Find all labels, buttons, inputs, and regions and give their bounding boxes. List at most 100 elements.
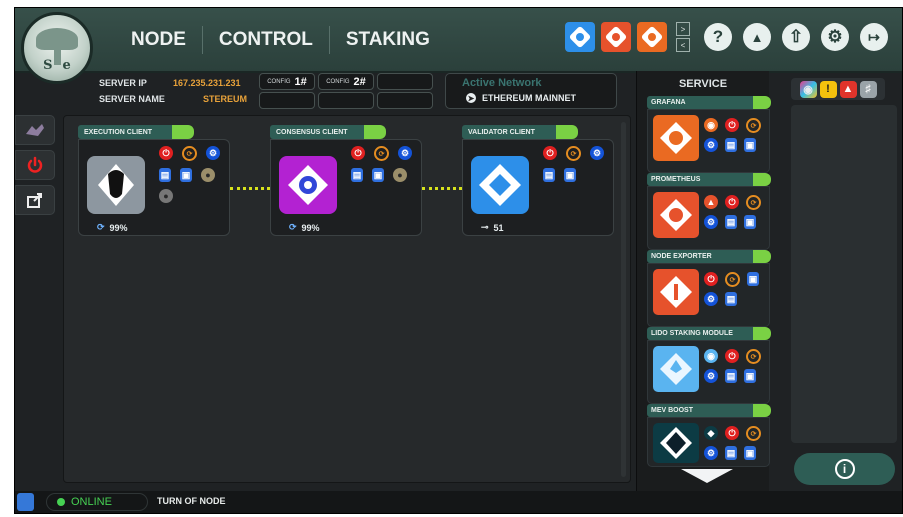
chevron-left-icon[interactable]: <	[676, 38, 690, 52]
restart-icon[interactable]: ⟳	[374, 146, 389, 161]
power-icon[interactable]: ⏻	[725, 118, 739, 132]
service-mev-boost[interactable]: MEV BOOST ◆ ⏻ ⟳ ⚙ ▤ ▣	[647, 404, 771, 471]
active-network-panel[interactable]: Active Network ➤ ETHEREUM MAINNET	[445, 73, 617, 109]
coin-icon[interactable]: ●	[201, 168, 215, 182]
docs-icon[interactable]: ▣	[180, 168, 192, 182]
restart-icon[interactable]: ⟳	[566, 146, 581, 161]
docs-icon[interactable]: ▣	[744, 138, 756, 152]
client-toggle[interactable]	[556, 125, 578, 139]
docs-icon[interactable]: ▣	[744, 446, 756, 460]
power-icon[interactable]: ⏻	[704, 272, 718, 286]
service-toggle[interactable]	[753, 173, 771, 186]
gear-icon[interactable]: ⚙	[206, 146, 220, 160]
config-slot-empty[interactable]	[377, 73, 433, 90]
restart-icon[interactable]: ⟳	[746, 349, 761, 364]
config-slot-empty[interactable]	[377, 92, 433, 109]
power-icon[interactable]: ⏻	[725, 349, 739, 363]
config-1-button[interactable]: CONFIG 1#	[259, 73, 315, 90]
restart-icon[interactable]: ⟳	[746, 195, 761, 210]
upload-icon[interactable]: ⇧	[782, 23, 810, 51]
help-icon[interactable]: ?	[704, 23, 732, 51]
update-icon[interactable]	[601, 22, 631, 52]
service-prometheus[interactable]: PROMETHEUS ▲ ⏻ ⟳ ⚙ ▤ ▣	[647, 173, 771, 250]
canvas-scrollbar[interactable]	[621, 122, 626, 477]
grafana-icon[interactable]	[637, 22, 667, 52]
open-icon[interactable]: ▲	[704, 195, 718, 209]
service-toggle[interactable]	[753, 327, 771, 340]
gear-icon[interactable]: ⚙	[398, 146, 412, 160]
open-icon[interactable]: ◆	[704, 426, 718, 440]
coin-icon[interactable]: ●	[393, 168, 407, 182]
chevron-right-icon[interactable]: >	[676, 22, 690, 36]
logs-icon[interactable]: ▤	[725, 369, 737, 383]
docs-icon[interactable]: ▣	[744, 215, 756, 229]
docs-icon[interactable]: ▣	[372, 168, 384, 182]
docs-icon[interactable]: ▣	[564, 168, 576, 182]
tab-node[interactable]: NODE	[115, 29, 202, 51]
client-toggle[interactable]	[364, 125, 386, 139]
config-slot-empty[interactable]	[259, 92, 315, 109]
service-lido-staking-module[interactable]: LIDO STAKING MODULE ◉ ⏻ ⟳ ⚙ ▤ ▣	[647, 327, 771, 404]
gear-icon[interactable]: ⚙	[704, 446, 718, 460]
docs-icon[interactable]: ▣	[747, 272, 759, 286]
config-2-button[interactable]: CONFIG 2#	[318, 73, 374, 90]
tab-control[interactable]: CONTROL	[203, 29, 329, 51]
grafana-logo	[653, 115, 699, 161]
restart-icon[interactable]: ⟳	[182, 146, 197, 161]
open-icon[interactable]: ◉	[704, 118, 718, 132]
power-icon[interactable]: ⏻	[725, 195, 739, 209]
service-node-exporter[interactable]: NODE EXPORTER ⏻ ⟳ ▣ ⚙ ▤	[647, 250, 771, 327]
export-icon[interactable]	[15, 185, 55, 215]
announce-icon[interactable]: ▲	[743, 23, 771, 51]
validator-client-card[interactable]: VALIDATOR CLIENT ⊸ 51 ⏻ ⟳ ⚙ ▤ ▣	[462, 125, 614, 236]
gear-icon[interactable]: ⚙	[704, 215, 718, 229]
docs-icon[interactable]: ▣	[744, 369, 756, 383]
tab-staking[interactable]: STAKING	[330, 29, 446, 51]
logout-icon[interactable]: ↦	[860, 23, 888, 51]
notification-list[interactable]	[791, 105, 897, 443]
logs-icon[interactable]: ▤	[725, 215, 737, 229]
open-icon[interactable]: ◉	[704, 349, 718, 363]
bell-icon[interactable]: ♯	[859, 80, 877, 98]
plugin-icon[interactable]	[565, 22, 595, 52]
critical-icon[interactable]: ▲	[839, 80, 857, 98]
restart-icon[interactable]: ⟳	[746, 118, 761, 133]
all-alerts-icon[interactable]: ◉	[799, 80, 817, 98]
consensus-client-card[interactable]: CONSENSUS CLIENT ⟳ 99% ⏻ ⟳ ⚙ ▤ ▣ ●	[270, 125, 422, 236]
logs-icon[interactable]: ▤	[543, 168, 555, 182]
node-cloud-icon[interactable]	[15, 115, 55, 145]
service-grafana[interactable]: GRAFANA ◉ ⏻ ⟳ ⚙ ▤ ▣	[647, 96, 771, 173]
prune-icon[interactable]: ●	[159, 189, 173, 203]
execution-client-card[interactable]: EXECUTION CLIENT ⟳ 99% ⏻ ⟳ ⚙ ▤ ▣ ● ●	[78, 125, 230, 236]
power-icon[interactable]: ⏻	[543, 146, 557, 160]
warning-icon[interactable]: !	[819, 80, 837, 98]
terminal-icon[interactable]	[17, 493, 34, 511]
settings-icon[interactable]: ⚙	[821, 23, 849, 51]
logs-icon[interactable]: ▤	[159, 168, 171, 182]
logs-icon[interactable]: ▤	[725, 446, 737, 460]
power-icon[interactable]: ⏻	[159, 146, 173, 160]
turn-off-node-button[interactable]: TURN OF NODE	[157, 496, 226, 506]
logs-icon[interactable]: ▤	[725, 138, 737, 152]
alert-filters: ◉ ! ▲ ♯	[791, 78, 885, 100]
restart-icon[interactable]: ⟳	[725, 272, 740, 287]
config-slot-empty[interactable]	[318, 92, 374, 109]
node-status: ONLINE	[46, 493, 148, 511]
scroll-down-icon[interactable]	[681, 469, 733, 483]
power-icon[interactable]: ⏻	[725, 426, 739, 440]
power-icon[interactable]: ⏻	[351, 146, 365, 160]
service-toggle[interactable]	[753, 250, 771, 263]
gear-icon[interactable]: ⚙	[704, 292, 718, 306]
logs-icon[interactable]: ▤	[351, 168, 363, 182]
gear-icon[interactable]: ⚙	[590, 146, 604, 160]
power-icon[interactable]	[15, 150, 55, 180]
gear-icon[interactable]: ⚙	[704, 138, 718, 152]
info-button[interactable]: i	[794, 453, 895, 485]
client-toggle[interactable]	[172, 125, 194, 139]
logs-icon[interactable]: ▤	[725, 292, 737, 306]
service-toggle[interactable]	[753, 96, 771, 109]
gear-icon[interactable]: ⚙	[704, 369, 718, 383]
info-icon: i	[834, 459, 855, 479]
restart-icon[interactable]: ⟳	[746, 426, 761, 441]
service-toggle[interactable]	[753, 404, 771, 417]
